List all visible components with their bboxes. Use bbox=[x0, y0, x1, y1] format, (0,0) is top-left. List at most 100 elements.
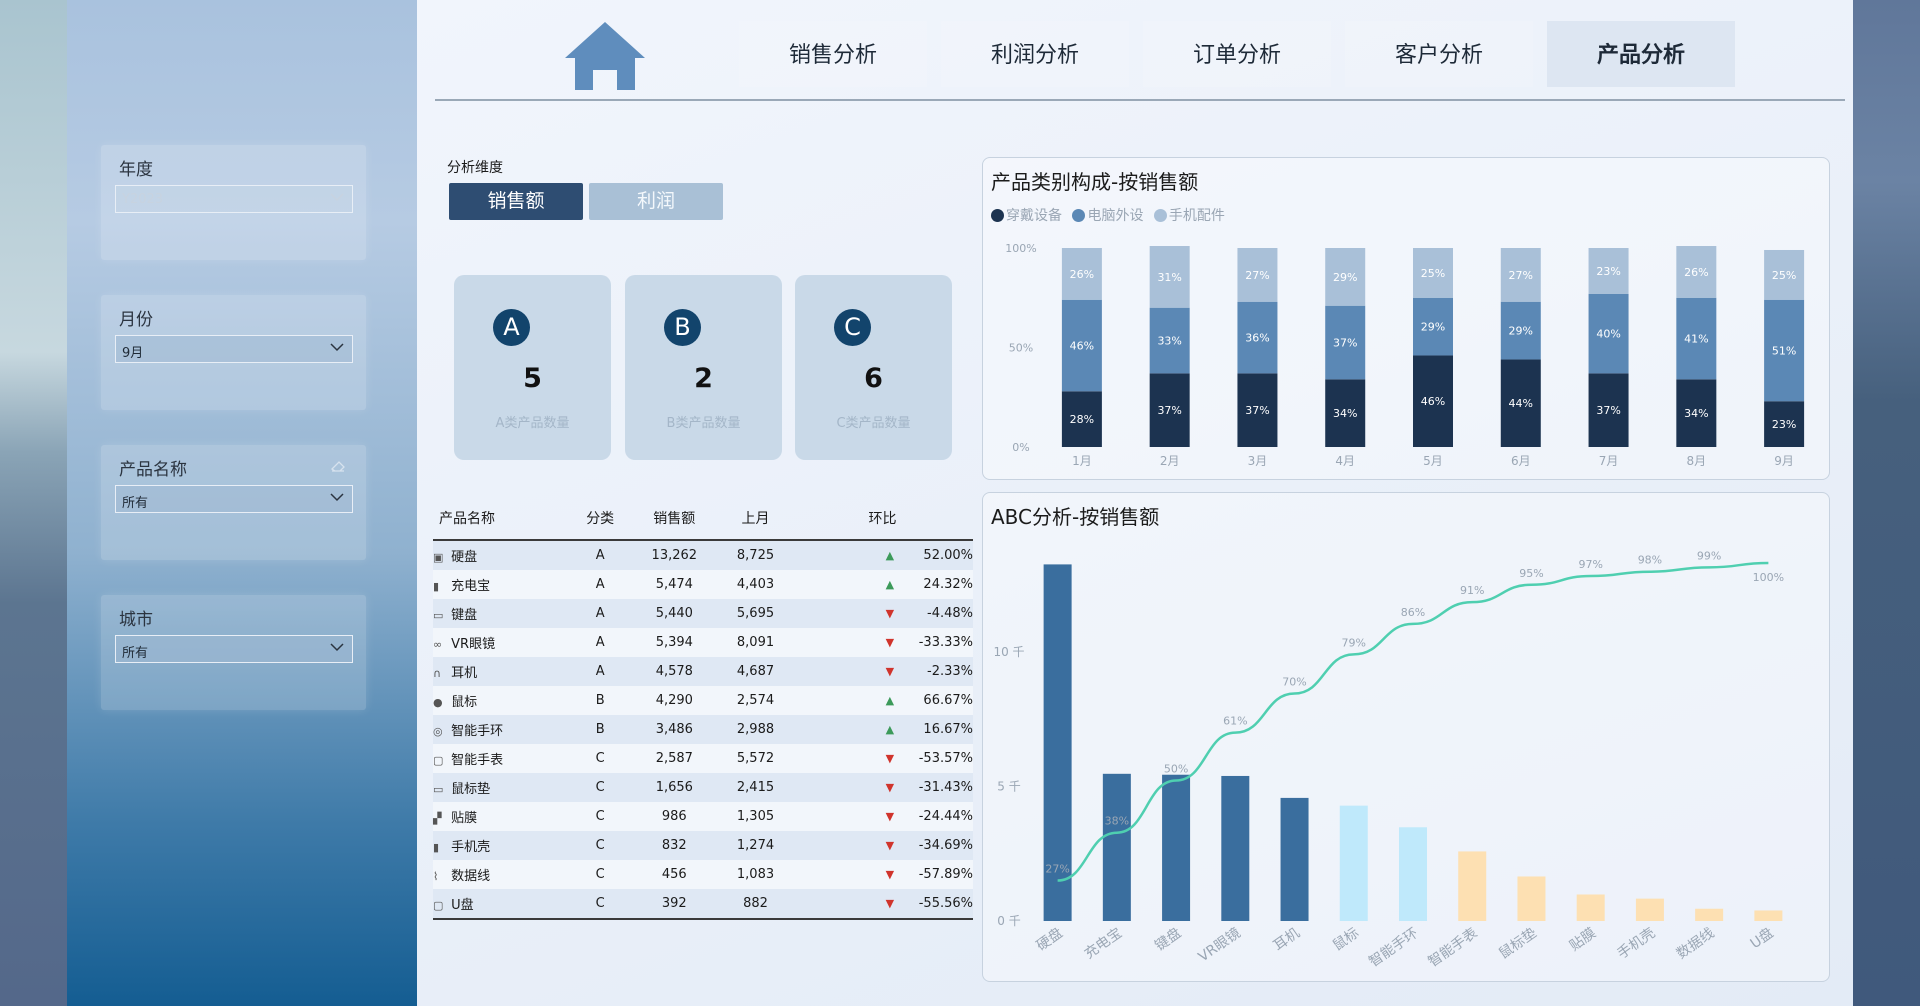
month-slicer: 月份 9月 bbox=[101, 295, 366, 410]
cell-mom: ▲ 16.67% bbox=[792, 715, 973, 744]
cell-mom: ▼ -53.57% bbox=[792, 744, 973, 773]
kpi-card-c: C 6 C类产品数量 bbox=[795, 275, 952, 460]
x-tick-label: 7月 bbox=[1599, 454, 1619, 468]
data-label: 23% bbox=[1772, 418, 1796, 431]
cell-sales: 3,486 bbox=[629, 715, 719, 744]
col-header-sales[interactable]: 销售额 bbox=[629, 497, 719, 541]
bar bbox=[1695, 908, 1724, 921]
mom-value: 24.32% bbox=[923, 577, 973, 592]
product-name: 耳机 bbox=[451, 666, 478, 681]
kpi-card-a: A 5 A类产品数量 bbox=[454, 275, 611, 460]
line-data-label: 99% bbox=[1697, 549, 1721, 562]
mom-value: -33.33% bbox=[918, 635, 973, 650]
table-row[interactable]: ▢ U盘 C 392 882 ▼ -55.56% bbox=[433, 889, 973, 920]
bar bbox=[1754, 910, 1783, 921]
table-row[interactable]: ▞ 贴膜 C 986 1,305 ▼ -24.44% bbox=[433, 802, 973, 831]
table-row[interactable]: ▭ 键盘 A 5,440 5,695 ▼ -4.48% bbox=[433, 599, 973, 628]
data-label: 25% bbox=[1772, 269, 1796, 282]
cell-class: A bbox=[570, 540, 630, 570]
line-data-label: 70% bbox=[1282, 676, 1306, 689]
kpi-label: A类产品数量 bbox=[495, 416, 570, 431]
col-header-class[interactable]: 分类 bbox=[570, 497, 630, 541]
x-tick-label: 3月 bbox=[1248, 454, 1268, 468]
table-row[interactable]: ▢ 智能手表 C 2,587 5,572 ▼ -53.57% bbox=[433, 744, 973, 773]
data-label: 34% bbox=[1333, 407, 1357, 420]
arrow-up-icon: ▲ bbox=[885, 578, 895, 591]
eraser-icon[interactable] bbox=[330, 459, 346, 473]
table-row[interactable]: ∩ 耳机 A 4,578 4,687 ▼ -2.33% bbox=[433, 657, 973, 686]
bar bbox=[1635, 898, 1664, 921]
data-label: 26% bbox=[1070, 268, 1094, 281]
data-label: 40% bbox=[1596, 328, 1620, 341]
kpi-label: C类产品数量 bbox=[836, 416, 911, 431]
x-tick-label: 6月 bbox=[1511, 454, 1531, 468]
cell-name: ∩ 耳机 bbox=[433, 657, 571, 686]
bar bbox=[1399, 827, 1427, 921]
cell-class: C bbox=[570, 889, 630, 920]
data-label: 23% bbox=[1596, 265, 1620, 278]
cell-class: C bbox=[570, 773, 630, 802]
table-row[interactable]: ∞ VR眼镜 A 5,394 8,091 ▼ -33.33% bbox=[433, 628, 973, 657]
cell-sales: 1,656 bbox=[629, 773, 719, 802]
table-row[interactable]: ⌇ 数据线 C 456 1,083 ▼ -57.89% bbox=[433, 860, 973, 889]
table-row[interactable]: ▣ 硬盘 A 13,262 8,725 ▲ 52.00% bbox=[433, 540, 973, 570]
col-header-name[interactable]: 产品名称 bbox=[433, 497, 571, 541]
y-tick-label: 0% bbox=[1012, 441, 1029, 454]
product-icon: ▢ bbox=[433, 754, 444, 767]
cell-class: C bbox=[570, 802, 630, 831]
col-header-mom[interactable]: 环比 bbox=[792, 497, 973, 541]
tab-profit[interactable]: 利润分析 bbox=[941, 21, 1129, 87]
product-icon: ▮ bbox=[433, 580, 440, 593]
month-dropdown[interactable]: 9月 bbox=[115, 335, 353, 363]
x-tick-label: 键盘 bbox=[1152, 924, 1185, 954]
y-tick-label: 50% bbox=[1009, 342, 1033, 355]
arrow-down-icon: ▼ bbox=[885, 607, 895, 620]
main-panel: 销售分析 利润分析 订单分析 客户分析 产品分析 分析维度 销售额 利润 A 5… bbox=[417, 0, 1853, 1006]
product-icon: ▣ bbox=[433, 551, 444, 564]
bar bbox=[1280, 797, 1309, 921]
dimension-profit-button[interactable]: 利润 bbox=[589, 183, 723, 220]
product-icon: ⌇ bbox=[433, 870, 439, 883]
home-icon[interactable] bbox=[565, 20, 645, 92]
cell-last-month: 2,988 bbox=[718, 715, 793, 744]
dimension-sales-button[interactable]: 销售额 bbox=[449, 183, 583, 220]
bar bbox=[1162, 774, 1191, 921]
data-label: 34% bbox=[1684, 407, 1708, 420]
cell-class: A bbox=[570, 599, 630, 628]
data-label: 29% bbox=[1333, 271, 1357, 284]
tab-sales[interactable]: 销售分析 bbox=[739, 21, 927, 87]
table-row[interactable]: ◎ 智能手环 B 3,486 2,988 ▲ 16.67% bbox=[433, 715, 973, 744]
year-dropdown[interactable]: Y2023 bbox=[115, 185, 353, 213]
cell-sales: 13,262 bbox=[629, 540, 719, 570]
arrow-up-icon: ▲ bbox=[885, 723, 895, 736]
tab-products[interactable]: 产品分析 bbox=[1547, 21, 1735, 87]
tab-customers[interactable]: 客户分析 bbox=[1345, 21, 1533, 87]
line-data-label: 38% bbox=[1105, 815, 1129, 828]
cell-class: A bbox=[570, 657, 630, 686]
city-dropdown[interactable]: 所有 bbox=[115, 635, 353, 663]
cell-class: C bbox=[570, 860, 630, 889]
city-value: 所有 bbox=[122, 646, 149, 661]
mom-value: -34.69% bbox=[918, 838, 973, 853]
mom-value: -53.57% bbox=[918, 751, 973, 766]
line-data-label: 95% bbox=[1519, 567, 1543, 580]
cell-sales: 832 bbox=[629, 831, 719, 860]
data-label: 26% bbox=[1684, 266, 1708, 279]
product-name: 充电宝 bbox=[451, 579, 491, 594]
product-name: 贴膜 bbox=[451, 811, 478, 826]
table-row[interactable]: ▮ 手机壳 C 832 1,274 ▼ -34.69% bbox=[433, 831, 973, 860]
tab-orders[interactable]: 订单分析 bbox=[1143, 21, 1331, 87]
bar bbox=[1458, 851, 1487, 921]
table-row[interactable]: ▮ 充电宝 A 5,474 4,403 ▲ 24.32% bbox=[433, 570, 973, 599]
table-row[interactable]: ▭ 鼠标垫 C 1,656 2,415 ▼ -31.43% bbox=[433, 773, 973, 802]
cell-sales: 4,290 bbox=[629, 686, 719, 715]
data-label: 37% bbox=[1596, 404, 1620, 417]
col-header-last-month[interactable]: 上月 bbox=[718, 497, 793, 541]
cell-name: ⌇ 数据线 bbox=[433, 860, 571, 889]
cell-last-month: 8,091 bbox=[718, 628, 793, 657]
table-row[interactable]: ● 鼠标 B 4,290 2,574 ▲ 66.67% bbox=[433, 686, 973, 715]
cell-last-month: 2,415 bbox=[718, 773, 793, 802]
mom-value: 16.67% bbox=[923, 722, 973, 737]
product-dropdown[interactable]: 所有 bbox=[115, 485, 353, 513]
kpi-label: B类产品数量 bbox=[666, 416, 741, 431]
